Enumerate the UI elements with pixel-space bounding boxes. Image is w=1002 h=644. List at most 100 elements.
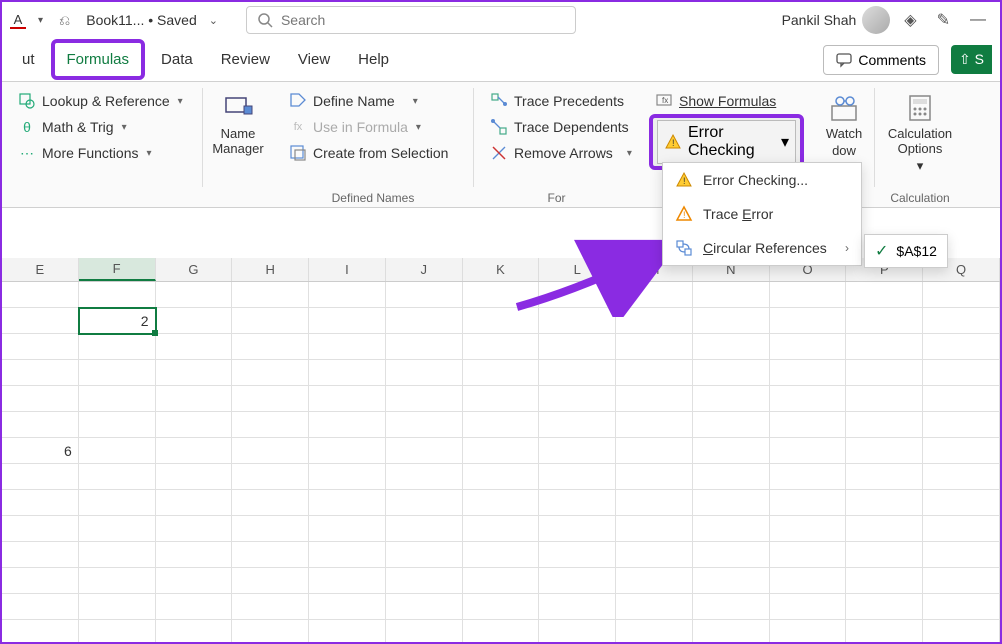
cell[interactable] [923,568,1000,594]
cell[interactable] [463,516,540,542]
cell[interactable] [770,516,847,542]
cell[interactable] [923,490,1000,516]
cell[interactable] [2,334,79,360]
cell[interactable] [693,360,770,386]
column-header[interactable]: G [156,258,233,281]
cell[interactable] [616,438,693,464]
tab-view[interactable]: View [286,43,342,76]
cell[interactable] [2,620,79,642]
cell[interactable] [693,412,770,438]
cell[interactable] [846,308,923,334]
cell[interactable] [923,334,1000,360]
undo-icon[interactable]: ⎌ [55,10,74,31]
search-input[interactable]: Search [246,6,576,34]
cell[interactable] [770,308,847,334]
column-header[interactable]: J [386,258,463,281]
cell[interactable] [463,438,540,464]
cell[interactable] [309,568,386,594]
watch-window-button[interactable]: Watch dow [818,88,870,162]
cell[interactable] [156,464,233,490]
cell[interactable] [309,412,386,438]
tab-review[interactable]: Review [209,43,282,76]
cell[interactable] [2,282,79,308]
cell[interactable] [232,568,309,594]
cell[interactable] [463,464,540,490]
cell[interactable] [386,334,463,360]
cell[interactable] [79,386,156,412]
chevron-down-icon[interactable]: ⌄ [209,14,218,27]
math-trig-button[interactable]: θ Math & Trig ▾ [12,114,192,140]
cell[interactable] [156,620,233,642]
define-name-button[interactable]: Define Name ▾ [283,88,463,114]
create-from-selection-button[interactable]: Create from Selection [283,140,463,166]
cell[interactable] [156,568,233,594]
cell[interactable] [232,438,309,464]
cell[interactable] [846,516,923,542]
cell[interactable] [232,386,309,412]
cell[interactable] [2,542,79,568]
cell[interactable] [79,490,156,516]
cell[interactable] [79,594,156,620]
cell[interactable] [539,282,616,308]
cell[interactable] [309,542,386,568]
menu-error-checking[interactable]: ! Error Checking... [663,163,861,197]
cell[interactable] [463,386,540,412]
cell[interactable] [386,360,463,386]
user-account[interactable]: Pankil Shah [782,6,891,34]
tab-partial-cut[interactable]: ut [10,43,47,76]
cell[interactable] [309,334,386,360]
cell[interactable] [232,334,309,360]
cell[interactable] [923,620,1000,642]
comments-button[interactable]: Comments [823,45,939,75]
cell[interactable] [770,412,847,438]
cell[interactable] [616,412,693,438]
cell[interactable] [846,412,923,438]
cell[interactable] [309,282,386,308]
cell[interactable] [156,516,233,542]
cell[interactable] [386,594,463,620]
cell[interactable] [79,542,156,568]
more-functions-button[interactable]: ⋯ More Functions ▾ [12,140,192,166]
cell[interactable] [693,516,770,542]
font-color-indicator[interactable]: A [10,11,26,29]
cell[interactable] [770,620,847,642]
cell[interactable] [386,620,463,642]
name-manager-button[interactable]: Name Manager [204,88,271,160]
cell[interactable] [2,568,79,594]
cell[interactable]: 6 [2,438,79,464]
cell[interactable] [616,360,693,386]
cell[interactable] [923,542,1000,568]
cell[interactable] [539,464,616,490]
cell[interactable] [309,464,386,490]
cell[interactable] [309,620,386,642]
cell[interactable] [693,490,770,516]
cell[interactable] [770,438,847,464]
cell[interactable] [923,282,1000,308]
cell[interactable] [386,464,463,490]
cell[interactable] [770,490,847,516]
diamond-icon[interactable]: ◈ [898,10,922,30]
cell[interactable] [156,282,233,308]
cell[interactable] [923,386,1000,412]
tab-data[interactable]: Data [149,43,205,76]
cell[interactable] [386,568,463,594]
cell[interactable] [232,542,309,568]
cell[interactable] [156,308,233,334]
cell[interactable] [463,334,540,360]
cell[interactable] [2,308,79,334]
cell[interactable] [846,490,923,516]
cell[interactable] [616,386,693,412]
cell[interactable] [309,386,386,412]
cell[interactable] [309,516,386,542]
cell[interactable] [232,464,309,490]
cell[interactable] [463,282,540,308]
cell[interactable] [2,386,79,412]
lookup-reference-button[interactable]: Lookup & Reference ▾ [12,88,192,114]
cell[interactable] [309,594,386,620]
cell[interactable] [79,568,156,594]
cell[interactable] [770,594,847,620]
cell[interactable] [846,438,923,464]
cell[interactable] [386,438,463,464]
cell[interactable] [616,542,693,568]
cell[interactable] [846,386,923,412]
